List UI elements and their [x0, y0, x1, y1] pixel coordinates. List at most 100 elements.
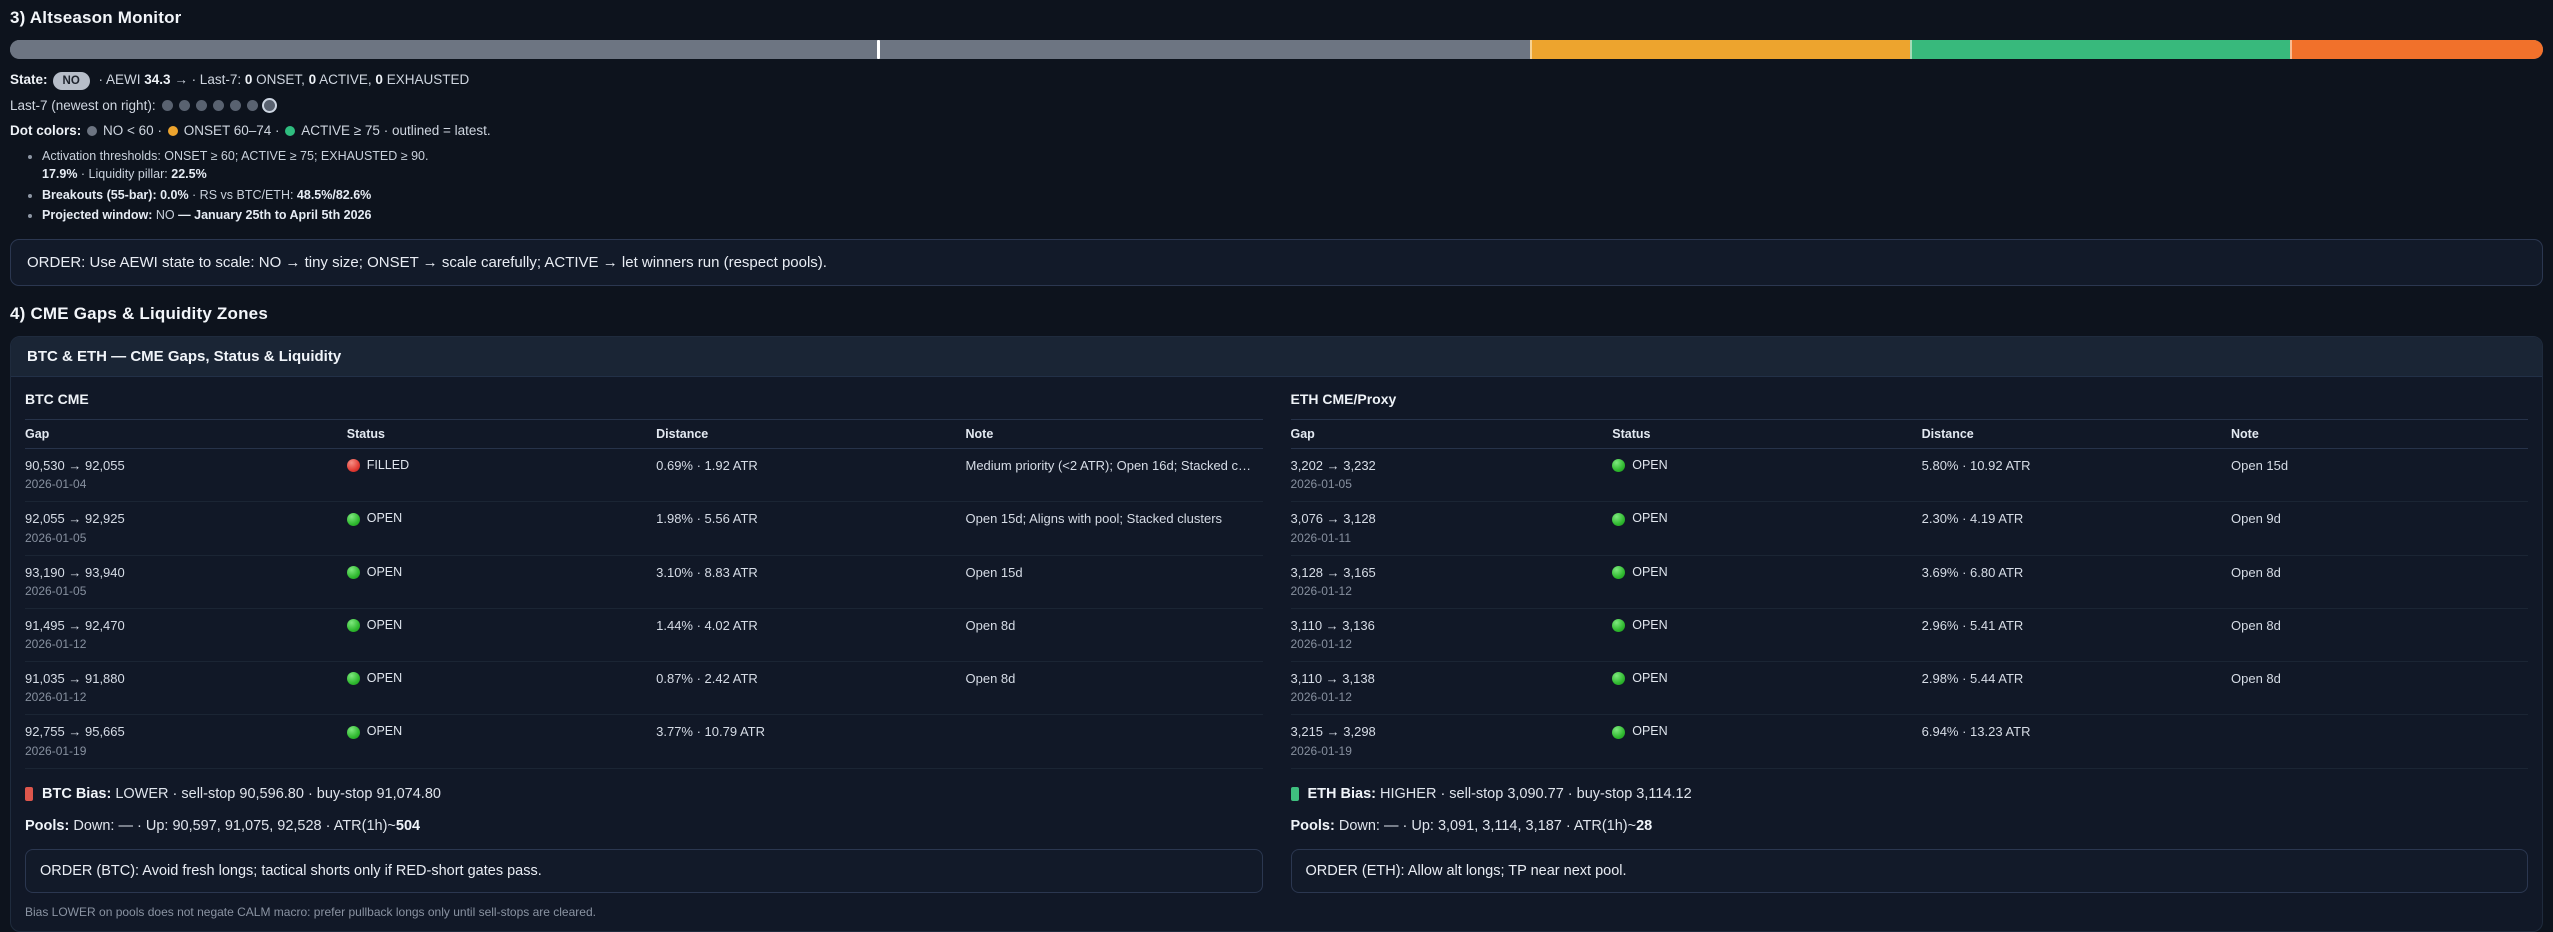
status-label: OPEN: [366, 511, 403, 526]
eth-bias-text: ETH Bias: HIGHER · sell-stop 3,090.77 · …: [1308, 786, 1692, 802]
gauge-segment-active: [1909, 40, 2290, 59]
gap-date: 2026-01-11: [1290, 530, 1352, 545]
status-dot-icon: [346, 459, 360, 473]
btc-order-box: ORDER (BTC): Avoid fresh longs; tactical…: [25, 848, 1263, 893]
gap-date: 2026-01-05: [25, 583, 87, 598]
table-row: 3,110 → 3,136 2026-01-12 OPEN 2.96% · 5.41 …: [1290, 609, 2528, 663]
table-row: 3,110 → 3,138 2026-01-12 OPEN 2.98% · 5.44 …: [1290, 662, 2528, 716]
btc-bias-marker-icon: [25, 786, 33, 801]
table-row: 91,495 → 92,470 2026-01-12 OPEN 1.44% · 4.0…: [25, 609, 1263, 663]
last7-dot-icon: [196, 100, 208, 112]
status-indicator: OPEN: [1612, 618, 1911, 634]
table-row: 3,076 → 3,128 2026-01-11 OPEN 2.30% · 4.19 …: [1290, 502, 2528, 556]
gap-cell: 3,076 → 3,128 2026-01-11: [1291, 502, 1613, 554]
status-dot-icon: [1612, 512, 1626, 526]
note-cell: Open 15d: [965, 564, 1023, 580]
legend-dot-icon: [87, 126, 98, 137]
gap-cell: 91,035 → 91,880 2026-01-12: [25, 662, 347, 714]
distance-cell: 3.77% · 10.79 ATR: [656, 724, 765, 740]
distance-cell: 1.44% · 4.02 ATR: [656, 617, 758, 633]
gap-cell: 90,530 → 92,055 2026-01-04: [25, 449, 347, 501]
table-row: 90,530 → 92,055 2026-01-04 FILLED 0.69% · 1…: [25, 449, 1263, 503]
legend-dot-icon: [285, 126, 296, 137]
bullet-item: Projected window: NO — January 25th to A…: [42, 207, 2543, 225]
note-cell: Open 15d: [2231, 458, 2289, 474]
status-cell: OPEN: [346, 609, 656, 661]
note-cell: Open 8d: [965, 617, 1016, 633]
bullet-item: Breakouts (55-bar): 0.0% · RS vs BTC/ETH…: [42, 187, 2543, 205]
eth-pools-line: Pools: Down: — · Up: 3,091, 3,114, 3,187…: [1291, 818, 2529, 834]
status-dot-icon: [1612, 619, 1626, 633]
table-row: 91,035 → 91,880 2026-01-12 OPEN 0.87% · 2.4…: [25, 662, 1263, 716]
status-label: OPEN: [366, 671, 403, 686]
cme-card: BTC & ETH — CME Gaps, Status & Liquidity…: [10, 336, 2543, 932]
altseason-bullets: Activation thresholds: ONSET ≥ 60; ACTIV…: [10, 148, 2543, 225]
text-segment: → · Last-7:: [170, 72, 245, 87]
gap-value: 92,055 → 92,925: [25, 511, 125, 527]
text-segment: State:: [10, 72, 48, 87]
status-cell: OPEN: [1612, 502, 1921, 554]
gap-value: 91,035 → 91,880: [25, 671, 125, 687]
status-indicator: OPEN: [346, 511, 646, 527]
altseason-order-box: ORDER: Use AEWI state to scale: NO → tin…: [10, 239, 2543, 287]
status-dot-icon: [1612, 459, 1626, 473]
text-segment: Pools:: [1290, 817, 1335, 834]
text-segment: Pools:: [25, 817, 70, 834]
table-header-cell: Note: [2231, 427, 2259, 442]
gap-date: 2026-01-12: [1290, 637, 1352, 652]
note-cell: Open 8d: [2231, 671, 2281, 687]
table-header-cell: Distance: [1921, 427, 1974, 442]
text-segment: HIGHER · sell-stop 3,090.77 · buy-stop 3…: [1376, 785, 1692, 802]
status-cell: OPEN: [1612, 609, 1921, 661]
last7-line: Last-7 (newest on right):: [10, 98, 2543, 115]
text-segment: LOWER · sell-stop 90,596.80 · buy-stop 9…: [111, 785, 441, 802]
gap-value: 3,110 → 3,138: [1290, 671, 1375, 687]
gap-value: 3,215 → 3,298: [1290, 724, 1376, 740]
status-label: OPEN: [366, 724, 403, 739]
text-segment: · AEWI: [94, 72, 145, 87]
text-segment: Activation thresholds: ONSET ≥ 60; ACTIV…: [42, 149, 429, 164]
legend-separator: ·: [271, 123, 284, 139]
last7-label: Last-7 (newest on right):: [10, 98, 156, 114]
status-indicator: OPEN: [1612, 565, 1911, 581]
gap-cell: 92,755 → 95,665 2026-01-19: [25, 715, 347, 767]
gap-date: 2026-01-04: [25, 477, 87, 492]
gauge-segment-no: [10, 40, 1530, 59]
text-segment: 0: [308, 72, 317, 87]
cme-card-body: BTC CME Gap Status Distance Note 90,530 → 92…: [11, 377, 2542, 931]
text-segment: Projected window:: [42, 208, 156, 223]
text-segment: 17.9%: [42, 166, 78, 181]
table-header-cell: Gap: [1290, 427, 1315, 442]
eth-table-subtitle: ETH CME/Proxy: [1290, 391, 1397, 408]
gap-date: 2026-01-19: [1290, 743, 1352, 758]
bullet-line: Activation thresholds: ONSET ≥ 60; ACTIV…: [42, 148, 2543, 166]
gap-cell: 93,190 → 93,940 2026-01-05: [25, 556, 347, 608]
text-segment: 48.5%/82.6%: [296, 187, 372, 202]
legend-dot-icon: [167, 126, 178, 137]
text-segment: ACTIVE,: [316, 72, 376, 87]
status-indicator: OPEN: [1612, 511, 1911, 527]
status-dot-icon: [346, 512, 360, 526]
bullet-line: 17.9% · Liquidity pillar: 22.5%: [42, 166, 2543, 184]
status-dot-icon: [1612, 725, 1626, 739]
gap-date: 2026-01-19: [25, 743, 87, 758]
note-cell: Medium priority (<2 ATR); Open 16d; Stac…: [965, 458, 1263, 474]
gap-cell: 92,055 → 92,925 2026-01-05: [25, 502, 347, 554]
gap-cell: 3,110 → 3,138 2026-01-12: [1291, 662, 1613, 714]
table-row: 93,190 → 93,940 2026-01-05 OPEN 3.10% · 8.8…: [25, 556, 1263, 609]
distance-cell: 2.98% · 5.44 ATR: [1921, 671, 2024, 687]
table-header-cell: Distance: [656, 427, 709, 442]
last7-dot-icon: [230, 100, 242, 112]
last7-dots: [159, 98, 278, 113]
gauge-segment-exhausted: [2289, 40, 2543, 59]
note-cell: [2231, 715, 2528, 767]
status-dot-icon: [346, 565, 360, 579]
text-segment: Down: — · Up: 3,091, 3,114, 3,187 · ATR(…: [1334, 817, 1637, 834]
gap-value: 3,076 → 3,128: [1290, 511, 1376, 527]
cme-card-title: BTC & ETH — CME Gaps, Status & Liquidity: [11, 337, 2542, 378]
dot-colors-items: NO < 60 · ONSET 60–74 · ACTIVE ≥ 75 · ou…: [85, 123, 491, 138]
status-indicator: OPEN: [1612, 671, 1911, 687]
text-segment: 28: [1636, 817, 1653, 834]
table-header-cell: Gap: [25, 427, 50, 442]
table-row: 92,755 → 95,665 2026-01-19 OPEN 3.77% · 10.…: [25, 715, 1263, 769]
